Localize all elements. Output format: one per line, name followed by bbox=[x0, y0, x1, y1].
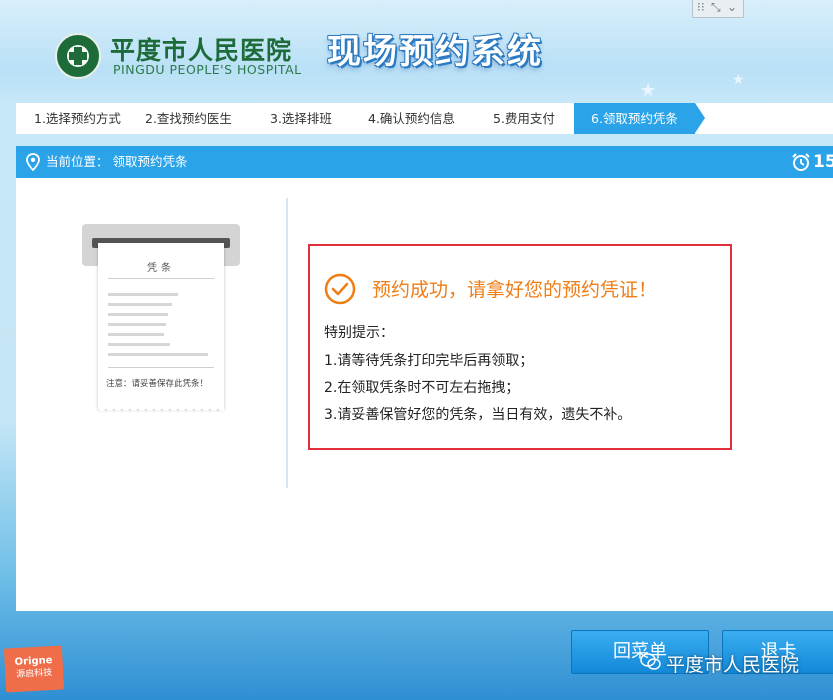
step-1: 1.选择预约方式 bbox=[34, 111, 121, 126]
location-pin-icon bbox=[26, 153, 40, 171]
divider bbox=[286, 198, 288, 488]
step-2: 2.查找预约医生 bbox=[145, 111, 232, 126]
tip-item: 3.请妥善保管好您的凭条，当日有效，遗失不补。 bbox=[324, 407, 632, 423]
resize-icon[interactable]: ⤡ bbox=[711, 0, 721, 15]
tip-item: 2.在领取凭条时不可左右拖拽； bbox=[324, 380, 520, 396]
alarm-clock-icon bbox=[792, 153, 810, 171]
chevron-down-icon[interactable]: ⌄ bbox=[727, 0, 737, 14]
star-decoration: ★ bbox=[732, 72, 745, 88]
wechat-icon bbox=[640, 653, 661, 670]
current-location: 当前位置： 领取预约凭条 bbox=[46, 154, 188, 169]
countdown-timer: 15 bbox=[813, 152, 833, 172]
location-bar: 当前位置： 领取预约凭条 15 bbox=[16, 146, 833, 178]
step-4: 4.确认预约信息 bbox=[368, 111, 455, 126]
step-5: 5.费用支付 bbox=[493, 111, 555, 126]
step-3: 3.选择排班 bbox=[270, 111, 332, 126]
tips-heading: 特别提示： bbox=[324, 325, 394, 341]
success-text: 预约成功，请拿好您的预约凭证！ bbox=[372, 279, 658, 301]
tip-item: 1.请等待凭条打印完毕后再领取； bbox=[324, 353, 534, 369]
watermark-account: 平度市人民医院 bbox=[666, 654, 800, 676]
receipt-title: 凭条 bbox=[147, 263, 175, 274]
window-controls: ⁝⁝ ⤡ ⌄ bbox=[692, 0, 744, 18]
hospital-logo bbox=[55, 33, 101, 79]
progress-steps: 1.选择预约方式 2.查找预约医生 3.选择排班 4.确认预约信息 5.费用支付… bbox=[16, 103, 833, 134]
vendor-tag-line2: 源启科技 bbox=[16, 668, 53, 680]
grid-icon[interactable]: ⁝⁝ bbox=[697, 0, 705, 14]
star-decoration: ★ bbox=[640, 80, 657, 101]
step-6-active: 6.领取预约凭条 bbox=[574, 103, 695, 134]
receipt-illustration: 凭条 注意：请妥善保存此凭条！ bbox=[98, 243, 224, 414]
system-title: 现场预约系统 bbox=[327, 32, 543, 72]
content-panel: 凭条 注意：请妥善保存此凭条！ 预约成功，请拿好您的预约凭证！ 特别提示： 1.… bbox=[16, 178, 833, 611]
check-circle-icon bbox=[324, 273, 356, 305]
vendor-tag: Origne 源启科技 bbox=[3, 645, 65, 693]
step-arrow bbox=[695, 103, 705, 133]
hospital-name-en: PINGDU PEOPLE'S HOSPITAL bbox=[113, 62, 302, 77]
success-message-box: 预约成功，请拿好您的预约凭证！ 特别提示： 1.请等待凭条打印完毕后再领取； 2… bbox=[308, 244, 732, 450]
receipt-note: 注意：请妥善保存此凭条！ bbox=[106, 379, 209, 389]
